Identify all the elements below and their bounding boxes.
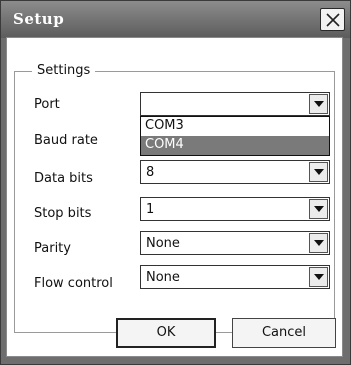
close-icon xyxy=(326,13,340,27)
port-option-com3[interactable]: COM3 xyxy=(141,117,329,136)
parity-select[interactable]: None xyxy=(140,231,330,255)
flow-control-select[interactable]: None xyxy=(140,265,330,289)
window-title: Setup xyxy=(13,10,65,28)
port-label: Port xyxy=(34,97,60,112)
data-bits-value: 8 xyxy=(146,165,155,180)
stop-bits-dropdown-button[interactable] xyxy=(309,199,328,219)
stop-bits-value: 1 xyxy=(146,202,155,217)
port-option-com4[interactable]: COM4 xyxy=(141,136,329,155)
flow-control-label: Flow control xyxy=(34,276,113,291)
parity-value: None xyxy=(146,236,180,251)
data-bits-dropdown-button[interactable] xyxy=(309,162,328,182)
parity-label: Parity xyxy=(34,241,71,256)
data-bits-label: Data bits xyxy=(34,171,93,186)
title-bar[interactable]: Setup xyxy=(1,1,350,38)
stop-bits-label: Stop bits xyxy=(34,206,92,221)
port-dropdown-button[interactable] xyxy=(309,94,328,114)
stop-bits-select[interactable]: 1 xyxy=(140,197,330,221)
settings-group-label: Settings xyxy=(32,63,96,78)
baud-rate-label: Baud rate xyxy=(34,133,98,148)
data-bits-select[interactable]: 8 xyxy=(140,160,330,184)
flow-control-value: None xyxy=(146,270,180,285)
cancel-button[interactable]: Cancel xyxy=(232,318,336,348)
port-dropdown-list: COM3 COM4 xyxy=(140,116,330,156)
chevron-down-icon xyxy=(314,240,324,246)
chevron-down-icon xyxy=(314,206,324,212)
chevron-down-icon xyxy=(314,169,324,175)
close-button[interactable] xyxy=(320,8,345,31)
flow-control-dropdown-button[interactable] xyxy=(309,267,328,287)
port-select[interactable] xyxy=(140,92,330,116)
chevron-down-icon xyxy=(314,101,324,107)
ok-button[interactable]: OK xyxy=(116,318,216,348)
parity-dropdown-button[interactable] xyxy=(309,233,328,253)
chevron-down-icon xyxy=(314,274,324,280)
